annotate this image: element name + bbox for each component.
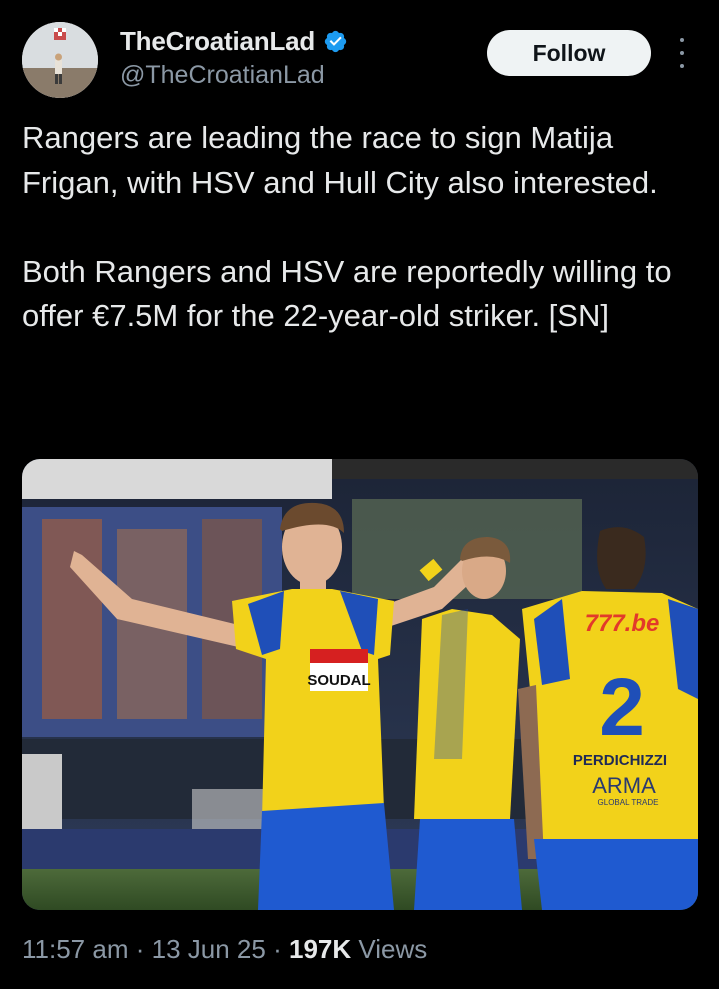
- shirt-number: 2: [599, 662, 645, 753]
- author-handle[interactable]: @TheCroatianLad: [120, 61, 348, 90]
- tweet-card: TheCroatianLad @TheCroatianLad Follow Ra…: [0, 0, 719, 989]
- meta-separator: ·: [273, 934, 282, 964]
- shirt-name: PERDICHIZZI: [573, 752, 667, 769]
- more-vertical-icon[interactable]: [672, 38, 692, 68]
- shirt-sponsor-text: SOUDAL: [307, 672, 370, 689]
- author-block[interactable]: TheCroatianLad @TheCroatianLad: [120, 26, 348, 90]
- avatar-image: [22, 22, 98, 98]
- tweet-paragraph: Both Rangers and HSV are reportedly will…: [22, 253, 672, 334]
- author-display-name[interactable]: TheCroatianLad: [120, 26, 315, 57]
- tweet-time[interactable]: 11:57 am: [22, 934, 128, 964]
- follow-button[interactable]: Follow: [487, 30, 651, 76]
- shirt-sponsor-arma-sub: GLOBAL TRADE: [598, 798, 659, 807]
- tweet-meta: 11:57 am · 13 Jun 25 · 197K Views: [22, 934, 427, 965]
- tweet-date[interactable]: 13 Jun 25: [152, 934, 266, 964]
- shirt-sponsor-777: 777.be: [585, 610, 660, 637]
- tweet-text: Rangers are leading the race to sign Mat…: [22, 116, 702, 339]
- tweet-paragraph: Rangers are leading the race to sign Mat…: [22, 120, 658, 200]
- meta-separator: ·: [135, 934, 145, 964]
- views-label[interactable]: Views: [358, 934, 427, 964]
- verified-badge-icon[interactable]: [323, 29, 348, 54]
- author-avatar[interactable]: [22, 22, 98, 98]
- author-name-row: TheCroatianLad: [120, 26, 348, 57]
- football-photo: SOUDAL 777.be 2 PERDICHIZZI ARMA GLOBAL …: [22, 459, 698, 910]
- tweet-media-photo[interactable]: SOUDAL 777.be 2 PERDICHIZZI ARMA GLOBAL …: [22, 459, 698, 910]
- views-count[interactable]: 197K: [289, 934, 351, 964]
- shirt-sponsor-arma: ARMA: [592, 773, 656, 798]
